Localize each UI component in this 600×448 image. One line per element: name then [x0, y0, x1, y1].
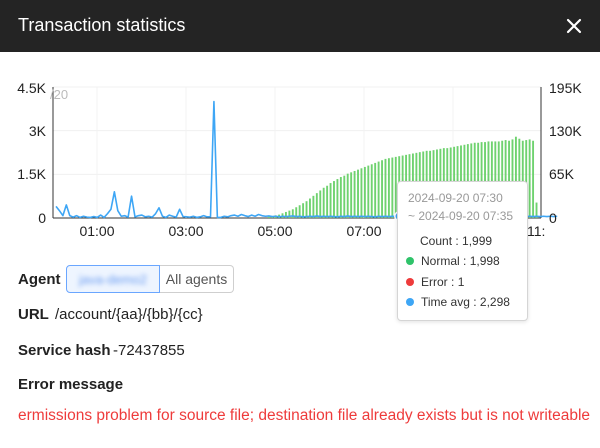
- close-icon[interactable]: [560, 12, 588, 40]
- tooltip-time-start: 2024-09-20 07:30: [408, 191, 503, 205]
- tooltip-time-end: ~ 2024-09-20 07:35: [408, 209, 514, 223]
- y-left-tick-label: 3K: [29, 123, 47, 139]
- count-bar: [370, 164, 373, 218]
- chart-tooltip: 2024-09-20 07:30 ~ 2024-09-20 07:35 Coun…: [397, 181, 528, 321]
- count-bar: [381, 160, 383, 218]
- count-bar: [360, 168, 363, 218]
- tooltip-row-time-avg: Time avg : 2,298: [406, 295, 510, 309]
- dialog-title: Transaction statistics: [18, 15, 186, 35]
- tooltip-label: Count: [420, 234, 453, 248]
- count-bar: [309, 198, 311, 218]
- green-dot-icon: [406, 257, 414, 265]
- tooltip-value: 1: [457, 275, 465, 289]
- tooltip-label: Time avg: [421, 295, 470, 309]
- count-bar: [391, 157, 394, 218]
- service-hash-label: Service hash: [18, 342, 111, 359]
- count-bar: [312, 195, 315, 218]
- agent-selected-name: java-demo2: [79, 271, 147, 287]
- agent-option-selected[interactable]: java-demo2: [66, 265, 160, 293]
- y-left-tick-label: 0: [38, 210, 46, 226]
- tooltip-row-error: Error : 1: [406, 275, 464, 289]
- count-bar: [384, 158, 387, 218]
- count-bar: [350, 172, 353, 218]
- agent-option-all[interactable]: All agents: [160, 265, 234, 293]
- dialog-header: Transaction statistics: [0, 0, 600, 52]
- y-right-tick-label: 0: [549, 210, 557, 226]
- url-label: URL: [18, 306, 49, 323]
- y-left-tick-label: 1.5K: [17, 166, 46, 182]
- red-dot-icon: [406, 278, 414, 286]
- agent-label: Agent: [18, 271, 61, 288]
- count-bar: [336, 179, 339, 218]
- transaction-statistics-dialog: Transaction statistics 4.5K /20 3K 1.5K …: [0, 0, 600, 448]
- count-bar: [339, 177, 342, 218]
- error-message-label: Error message: [18, 376, 124, 393]
- x-tick-label: 03:00: [168, 223, 203, 239]
- count-bar: [367, 165, 370, 218]
- x-tick-label: 11:: [527, 223, 545, 239]
- count-bar: [326, 185, 329, 218]
- x-tick-label: 07:00: [346, 223, 381, 239]
- error-message-text: ermissions problem for source file; dest…: [18, 407, 591, 424]
- x-tick-label: 01:00: [79, 223, 114, 239]
- count-bar: [343, 175, 346, 218]
- service-hash-value: -72437855: [113, 342, 185, 359]
- tooltip-row-normal: Normal : 1,998: [406, 254, 500, 268]
- count-bar: [363, 166, 366, 218]
- y-right-tick-label: 195K: [549, 80, 582, 96]
- count-bar: [322, 187, 325, 218]
- x-tick-label: 05:00: [257, 223, 292, 239]
- tooltip-label: Error: [421, 275, 448, 289]
- url-value: /account/{aa}/{bb}/{cc}: [55, 306, 203, 323]
- tooltip-row-count: Count : 1,999: [420, 234, 493, 248]
- count-bar: [387, 158, 390, 218]
- count-bar: [353, 170, 356, 218]
- count-bar: [333, 181, 335, 218]
- count-bar: [532, 140, 535, 218]
- y-right-tick-label: 130K: [549, 123, 582, 139]
- count-bar: [329, 183, 332, 218]
- count-bar: [528, 139, 531, 218]
- count-bar: [346, 173, 349, 218]
- y-right-tick-label: 65K: [549, 166, 575, 182]
- blue-dot-icon: [406, 298, 414, 306]
- tooltip-label: Normal: [421, 254, 460, 268]
- tooltip-value: 1,999: [462, 234, 493, 248]
- tooltip-value: 2,298: [479, 295, 510, 309]
- count-bar: [374, 162, 377, 218]
- count-bar: [315, 193, 318, 218]
- count-bar: [305, 201, 308, 218]
- count-bar: [319, 190, 322, 218]
- count-bar: [302, 203, 305, 218]
- y-left-tick-label: 4.5K: [17, 80, 46, 96]
- agent-selector: java-demo2 All agents: [66, 265, 234, 293]
- y-left-extra-label: /20: [50, 87, 68, 102]
- count-bar: [357, 169, 359, 218]
- tooltip-value: 1,998: [469, 254, 500, 268]
- count-bar: [377, 161, 380, 218]
